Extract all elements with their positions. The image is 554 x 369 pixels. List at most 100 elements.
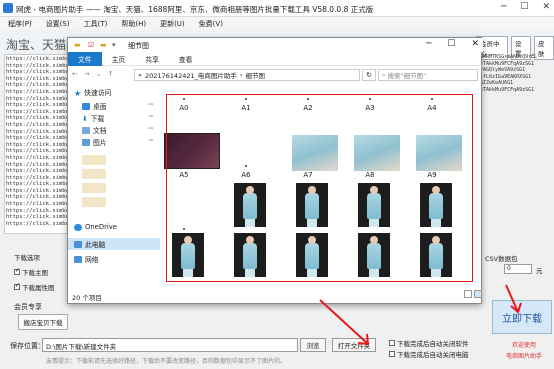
details-view-icon[interactable]: [464, 290, 472, 298]
option-main-image[interactable]: 下载主图: [14, 267, 55, 277]
nav-this-pc[interactable]: 此电脑: [68, 238, 160, 250]
save-location-label: 保存位置：: [10, 342, 45, 350]
tip-text: 友情提示：下载前请先选择好路径，下载后不要改变路径，否则数据包中显示不了图片的。: [46, 358, 287, 365]
refresh-icon[interactable]: ↻: [362, 69, 376, 81]
price-unit: 元: [536, 267, 543, 275]
link-line: https://click.simba: [6, 174, 69, 181]
options-label: 下载选项: [14, 254, 40, 262]
hash-line: sTAkkMu9FCFqA9zSG1: [480, 86, 535, 93]
download-now-button[interactable]: 立即下载: [492, 300, 552, 334]
close-icon[interactable]: ✕: [471, 39, 479, 49]
link-line: https://click.simba: [6, 115, 69, 122]
app-logo-icon: [3, 3, 13, 13]
menu-program[interactable]: 程序(P): [8, 19, 32, 29]
redacted-folder[interactable]: [82, 169, 106, 179]
new-folder-icon[interactable]: ▬: [100, 41, 107, 49]
checkbox-icon[interactable]: [14, 282, 20, 290]
app-window-controls: ─ ☐ ✕: [501, 2, 550, 12]
checkbox-icon[interactable]: [389, 351, 395, 357]
menu-settings[interactable]: 设置(S): [46, 19, 70, 29]
nav-downloads[interactable]: ⬇ 下载: [82, 113, 104, 124]
app-menu-bar: 程序(P) 设置(S) 工具(T) 帮助(H) 更新(U) 免费(V): [0, 17, 554, 30]
link-line: https://click.simba: [6, 187, 69, 194]
status-item-count: 20 个项目: [72, 294, 102, 302]
link-line: https://click.simba: [6, 62, 69, 69]
tab-home[interactable]: 主页: [102, 54, 136, 64]
maximize-icon[interactable]: ☐: [447, 39, 455, 49]
open-folder-button[interactable]: 打开文件夹: [332, 338, 376, 352]
highlight-rectangle: [166, 94, 473, 282]
redacted-folder[interactable]: [82, 197, 106, 207]
nav-onedrive[interactable]: OneDrive: [74, 223, 117, 231]
tab-view[interactable]: 查看: [169, 54, 203, 64]
link-line: https://click.simba: [6, 135, 69, 142]
search-input[interactable]: ⌕ 搜索"细节图": [378, 69, 478, 81]
link-line: https://click.simba: [6, 201, 69, 208]
hash-line: rAGQlyWeVA9zSG1: [480, 67, 526, 74]
save-path-input[interactable]: D:\图片下载\新建文件夹: [42, 338, 298, 352]
pin-icon[interactable]: ⊸: [148, 101, 153, 108]
menu-free[interactable]: 免费(V): [199, 19, 223, 29]
link-line: https://click.simba: [6, 128, 69, 135]
menu-update[interactable]: 更新(U): [160, 19, 185, 29]
checkbox-icon[interactable]: [14, 267, 20, 275]
price-input[interactable]: 0: [504, 264, 532, 274]
link-line: https://click.simba: [6, 220, 69, 227]
hash-line: sTAkkMu9FCFqA9zSG1: [480, 60, 535, 67]
redacted-folder[interactable]: [82, 183, 106, 193]
quick-access-toolbar-icon[interactable]: ▾: [112, 41, 116, 49]
link-line: https://click.simba: [6, 154, 69, 161]
nav-pictures[interactable]: 图片: [82, 137, 107, 147]
auto-shutdown-option[interactable]: 下载完成后自动关闭电脑: [389, 349, 469, 359]
navigation-buttons: ← → ⌄ ↑: [72, 70, 114, 78]
nav-desktop[interactable]: 桌面: [82, 101, 107, 111]
menu-help[interactable]: 帮助(H): [121, 19, 146, 29]
pin-icon[interactable]: ⊸: [148, 125, 153, 132]
chevron-right-icon: «: [138, 71, 142, 79]
explorer-title-bar: ▬ ☑ ▬ ▾ 细节图 ─ ☐ ✕: [68, 38, 483, 52]
breadcrumb-parent[interactable]: 202176142421_电商图片助手: [145, 70, 237, 80]
pin-icon[interactable]: ⊸: [148, 137, 153, 144]
properties-icon[interactable]: ☑: [88, 41, 94, 49]
hash-line: AMRMTKSGsmAKDcQ9rEL: [480, 54, 538, 60]
hash-list: AMRMTKSGsmAKDcQ9rEL sTAkkMu9FCFqA9zSG1 rAG…: [480, 54, 550, 94]
nav-quick-access[interactable]: ★ 快速访问: [74, 87, 111, 98]
welcome-text: 欢迎使用: [512, 342, 537, 349]
link-line: https://click.simba: [6, 82, 69, 89]
link-line: https://click.simba: [6, 56, 69, 62]
shop-download-button[interactable]: 搬店宝贝下载: [18, 314, 68, 330]
breadcrumb-current[interactable]: 细节图: [245, 70, 265, 80]
brand-text: 电商图片助手: [506, 353, 543, 360]
menu-tools[interactable]: 工具(T): [84, 19, 108, 29]
checkbox-icon[interactable]: [389, 340, 395, 346]
hash-line: lfL6zIGa9EAKRXSG1: [480, 73, 532, 80]
ribbon-tabs: 文件 主页 共享 查看: [68, 51, 483, 66]
pin-icon[interactable]: ⊸: [148, 113, 153, 120]
tab-file[interactable]: 文件: [68, 51, 102, 66]
document-icon: [82, 126, 90, 134]
large-icons-view-icon[interactable]: [474, 290, 482, 298]
forward-icon[interactable]: →: [84, 70, 90, 78]
address-bar[interactable]: « 202176142421_电商图片助手 › 细节图: [134, 69, 360, 81]
back-icon[interactable]: ←: [72, 70, 78, 78]
recent-dropdown-icon[interactable]: ⌄: [96, 70, 102, 78]
search-icon: ⌕: [382, 70, 386, 79]
link-line: https://click.simba: [6, 207, 69, 214]
browse-button[interactable]: 浏览: [300, 338, 326, 352]
link-line: https://click.simba: [6, 121, 69, 128]
minimize-icon[interactable]: ─: [426, 39, 431, 49]
redacted-folder[interactable]: [82, 155, 106, 165]
nav-network[interactable]: 网络: [74, 254, 99, 264]
cloud-icon: [74, 223, 82, 231]
minimize-icon[interactable]: ─: [501, 2, 506, 12]
app-title: 网虎 - 电商图片助手 —— 淘宝、天猫、1688阿里、京东、微商相册等图片批量…: [16, 5, 374, 14]
link-line: https://click.simba: [6, 69, 69, 76]
nav-documents[interactable]: 文档: [82, 125, 107, 135]
close-icon[interactable]: ✕: [542, 2, 550, 12]
tab-share[interactable]: 共享: [135, 54, 169, 64]
explorer-window-controls: ─ ☐ ✕: [426, 39, 479, 49]
option-attr-image[interactable]: 下载属性图: [14, 282, 55, 292]
up-icon[interactable]: ↑: [108, 70, 114, 78]
maximize-icon[interactable]: ☐: [520, 2, 528, 12]
auto-close-app-option[interactable]: 下载完成后自动关闭软件: [389, 338, 469, 348]
